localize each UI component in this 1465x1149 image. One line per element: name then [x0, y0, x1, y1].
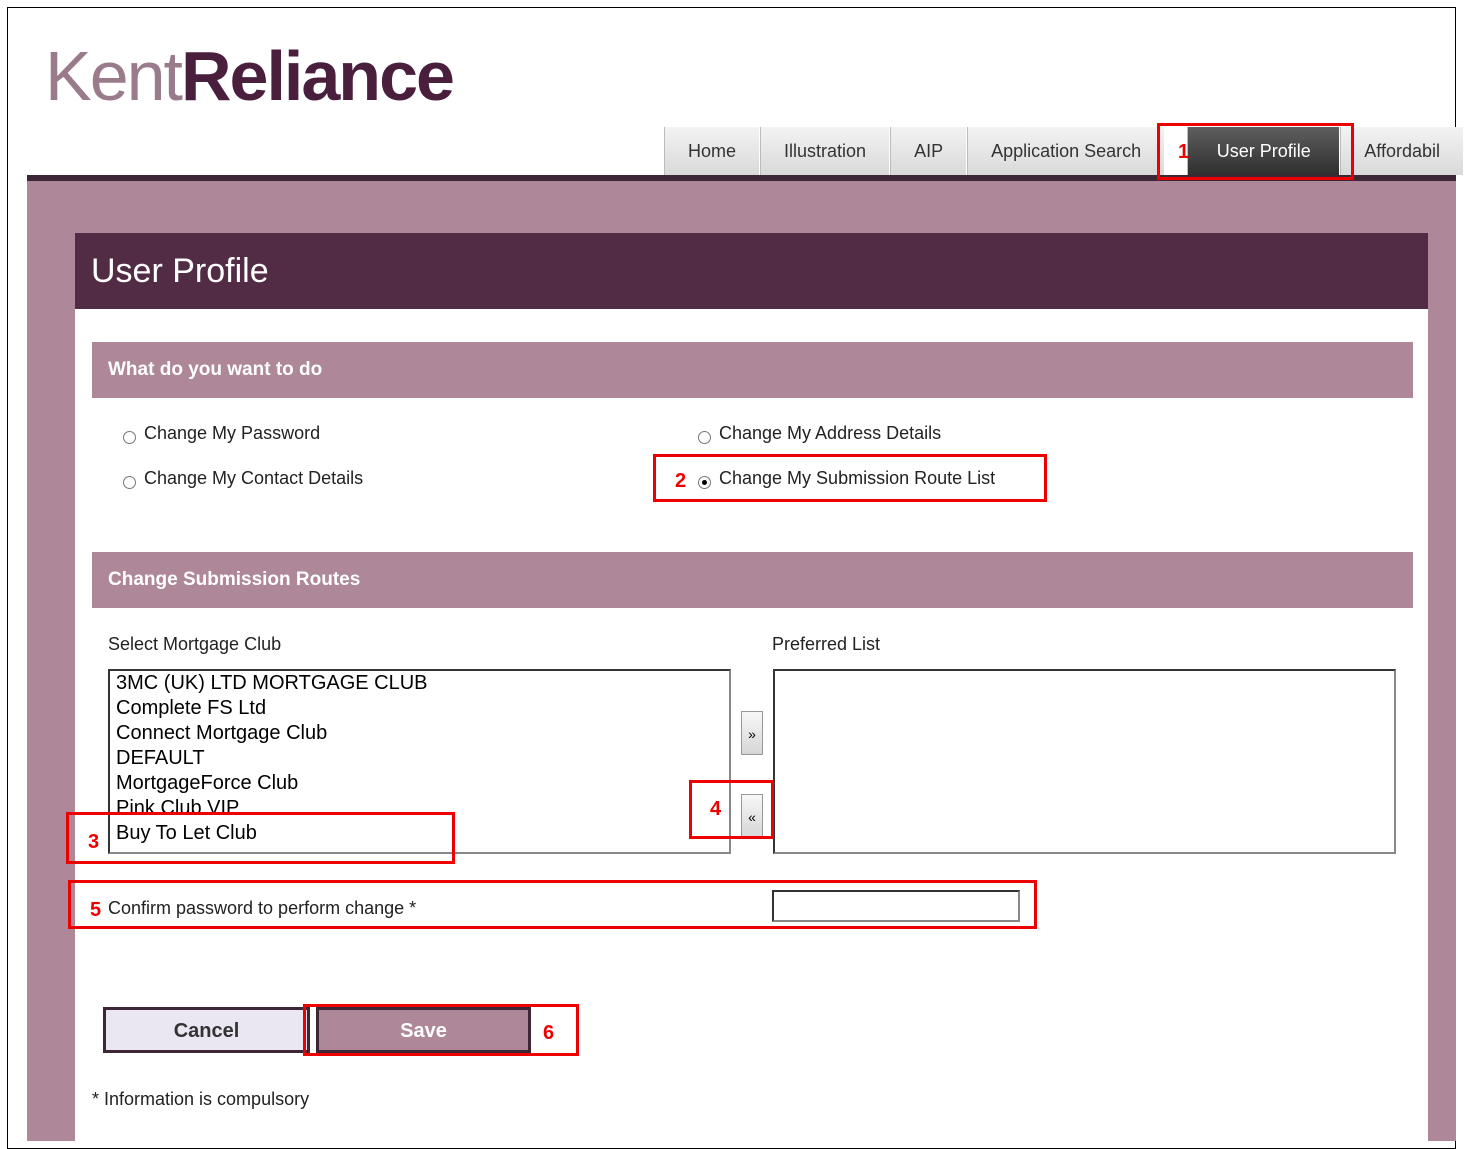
- list-item[interactable]: 3MC (UK) LTD MORTGAGE CLUB: [110, 671, 729, 696]
- radio-change-password[interactable]: Change My Password: [123, 423, 320, 444]
- cancel-button[interactable]: Cancel: [103, 1007, 310, 1053]
- callout-box-2: [653, 454, 1047, 502]
- user-profile-panel: User Profile What do you want to do Chan…: [75, 233, 1428, 1143]
- radio-button[interactable]: [123, 431, 136, 444]
- callout-number-4: 4: [710, 798, 722, 820]
- callout-box-5: [68, 880, 1037, 929]
- kent-reliance-logo: KentReliance: [45, 37, 455, 115]
- tab-application-search[interactable]: Application Search: [967, 127, 1166, 175]
- callout-box-4: [689, 780, 774, 839]
- preferred-listbox[interactable]: [773, 669, 1396, 854]
- tab-affordability[interactable]: Affordabil: [1340, 127, 1464, 175]
- callout-number-6: 6: [543, 1022, 555, 1044]
- compulsory-footnote: * Information is compulsory: [92, 1089, 310, 1109]
- list-item[interactable]: MortgageForce Club: [110, 771, 729, 796]
- radio-button[interactable]: [123, 476, 136, 489]
- callout-number-3: 3: [88, 831, 100, 853]
- select-mortgage-club-label: Select Mortgage Club: [108, 634, 282, 654]
- callout-number-5: 5: [90, 899, 102, 921]
- radio-change-address[interactable]: Change My Address Details: [698, 423, 941, 444]
- tab-illustration[interactable]: Illustration: [760, 127, 891, 175]
- radio-label: Change My Password: [144, 423, 321, 443]
- callout-number-1: 1: [1178, 141, 1190, 163]
- list-item[interactable]: Complete FS Ltd: [110, 696, 729, 721]
- radio-button[interactable]: [698, 431, 711, 444]
- preferred-list-label: Preferred List: [772, 634, 881, 654]
- callout-box-3: [66, 812, 455, 864]
- section-what-to-do-header: What do you want to do: [92, 342, 1413, 398]
- tab-home[interactable]: Home: [664, 127, 761, 175]
- list-item[interactable]: DEFAULT: [110, 746, 729, 771]
- radio-change-contact[interactable]: Change My Contact Details: [123, 468, 363, 489]
- radio-label: Change My Contact Details: [144, 468, 364, 488]
- section-submission-routes-header: Change Submission Routes: [92, 552, 1413, 608]
- callout-box-6: [303, 1004, 579, 1056]
- radio-label: Change My Address Details: [719, 423, 942, 443]
- page-title: User Profile: [75, 233, 1428, 309]
- add-to-preferred-button[interactable]: »: [741, 711, 763, 755]
- list-item[interactable]: Connect Mortgage Club: [110, 721, 729, 746]
- tab-aip[interactable]: AIP: [890, 127, 968, 175]
- callout-number-2: 2: [675, 470, 687, 492]
